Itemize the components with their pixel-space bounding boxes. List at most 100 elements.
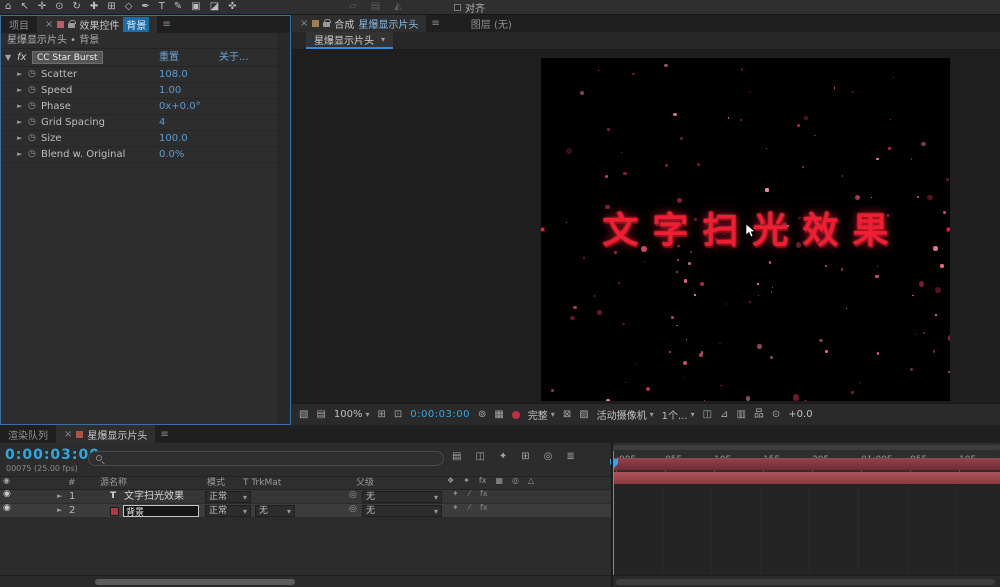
reset-exposure-icon[interactable]: ⊙ xyxy=(772,409,780,420)
property-row[interactable]: ► ◷ Scatter 108.0 xyxy=(1,67,290,83)
shape-tool[interactable]: ◇ xyxy=(125,2,133,12)
lock-icon[interactable] xyxy=(68,20,77,28)
property-row[interactable]: ► ◷ Blend w. Original 0.0% xyxy=(1,147,290,163)
timeline-search-box[interactable] xyxy=(88,451,444,466)
panel-menu-icon[interactable]: ≡ xyxy=(155,429,173,440)
stopwatch-icon[interactable]: ◷ xyxy=(28,150,36,159)
preview-monitor-icon[interactable]: ▧ xyxy=(299,409,308,420)
selection-handle-left[interactable] xyxy=(541,226,545,232)
eraser-tool[interactable]: ◪ xyxy=(210,2,219,12)
tab-timeline-comp[interactable]: × 星爆显示片头 xyxy=(56,425,156,443)
draft-3d-icon[interactable]: ◫ xyxy=(475,452,484,462)
preview-timecode[interactable]: 0:00:03:00 xyxy=(410,409,470,420)
grid-guides-icon[interactable]: ⊞ xyxy=(378,409,386,420)
dimmed-tool-icon-2[interactable]: ▤ xyxy=(371,2,380,12)
timeline-button-icon[interactable]: ▥ xyxy=(736,409,745,420)
tab-composition[interactable]: × 合成 星爆显示片头 xyxy=(292,15,427,32)
puppet-pin-tool[interactable]: ✜ xyxy=(228,2,236,12)
selection-handle-right[interactable] xyxy=(946,226,950,232)
tab-project[interactable]: 项目 xyxy=(1,16,37,33)
property-row[interactable]: ► ◷ Grid Spacing 4 xyxy=(1,115,290,131)
view-layout-select[interactable]: 1个... ▾ xyxy=(662,407,695,422)
collapse-column-icon[interactable]: ✦ xyxy=(463,477,470,485)
rotation-tool[interactable]: ↻ xyxy=(73,2,81,12)
property-value[interactable]: 0x+0.0° xyxy=(159,99,201,115)
parent-select[interactable]: 无 ▾ xyxy=(362,491,442,503)
effect-expander-icon[interactable]: ▼ xyxy=(5,49,11,67)
property-value[interactable]: 0.0% xyxy=(159,147,184,163)
current-time-display[interactable]: 0:00:03:00 xyxy=(5,447,100,463)
composition-viewport[interactable]: 文字扫光效果 xyxy=(541,58,950,401)
roi-icon[interactable]: ⊠ xyxy=(563,409,571,420)
graph-editor-icon[interactable]: ≣ xyxy=(566,452,574,462)
work-area-bar[interactable] xyxy=(613,445,1000,450)
parent-pickwhip-icon[interactable]: ◎ xyxy=(349,491,357,500)
pixel-aspect-icon[interactable]: ◫ xyxy=(703,409,712,420)
panel-h-scrollbar[interactable] xyxy=(95,579,295,585)
visibility-toggle[interactable]: ◉ xyxy=(3,490,11,499)
comp-minimap-icon[interactable]: ▤ xyxy=(452,452,461,462)
track-h-scrollbar[interactable] xyxy=(616,579,995,585)
pen-tool[interactable]: ✒ xyxy=(141,2,149,12)
shy-column-icon[interactable]: ❖ xyxy=(447,477,454,485)
parent-pickwhip-icon[interactable]: ◎ xyxy=(349,505,357,514)
about-link[interactable]: 关于... xyxy=(219,49,249,67)
search-input[interactable] xyxy=(107,453,437,464)
layer-expander-icon[interactable]: ► xyxy=(57,493,62,500)
resolution-select[interactable]: 完整 ▾ xyxy=(528,407,555,422)
property-row[interactable]: ► ◷ Size 100.0 xyxy=(1,131,290,147)
threed-column-icon[interactable]: △ xyxy=(528,477,534,485)
selection-tool[interactable]: ↖ xyxy=(20,2,28,12)
stopwatch-icon[interactable]: ◷ xyxy=(28,70,36,79)
expander-icon[interactable]: ► xyxy=(17,103,22,110)
panel-menu-icon[interactable]: ≡ xyxy=(157,19,175,30)
layer-rename-input[interactable] xyxy=(123,505,199,517)
reset-link[interactable]: 重置 xyxy=(159,49,179,67)
layer-name[interactable]: 文字扫光效果 xyxy=(124,490,184,503)
clone-stamp-tool[interactable]: ▣ xyxy=(191,2,200,12)
transparency-grid-icon[interactable]: ▨ xyxy=(579,409,588,420)
blend-mode-select[interactable]: 正常 ▾ xyxy=(205,505,251,517)
pan-behind-tool[interactable]: ⊞ xyxy=(107,2,115,12)
exposure-value[interactable]: +0.0 xyxy=(788,409,812,420)
mask-visibility-icon[interactable]: ⊡ xyxy=(394,409,402,420)
close-icon[interactable]: × xyxy=(64,429,72,440)
effect-name[interactable]: CC Star Burst xyxy=(32,51,103,64)
fast-previews-icon[interactable]: ⊿ xyxy=(720,409,728,420)
expander-icon[interactable]: ► xyxy=(17,71,22,78)
effect-panel-scrollbar[interactable] xyxy=(278,33,290,424)
show-snapshot-icon[interactable]: ▦ xyxy=(494,409,503,420)
column-index[interactable]: # xyxy=(68,477,76,490)
magnification-select[interactable]: 100% ▾ xyxy=(334,409,370,420)
expander-icon[interactable]: ► xyxy=(17,151,22,158)
column-mode[interactable]: 模式 xyxy=(207,477,225,490)
property-value[interactable]: 108.0 xyxy=(159,67,188,83)
layer-row-1[interactable]: ◉ ► 1 T 文字扫光效果 正常 ▾ ◎ 无 ▾ ✦ ⁄ fx xyxy=(0,490,611,504)
tab-effect-controls[interactable]: × 效果控件 背景 xyxy=(37,16,158,33)
expander-icon[interactable]: ► xyxy=(17,119,22,126)
stopwatch-icon[interactable]: ◷ xyxy=(28,86,36,95)
collapse-switch[interactable]: ✦ xyxy=(452,490,459,498)
camera-select[interactable]: 活动摄像机 ▾ xyxy=(597,407,654,422)
visibility-toggle[interactable]: ◉ xyxy=(3,504,11,513)
quality-switch[interactable]: ⁄ xyxy=(469,490,470,498)
motion-blur-column-icon[interactable]: ◎ xyxy=(512,477,519,485)
blend-mode-select[interactable]: 正常 ▾ xyxy=(205,491,251,503)
layer-duration-bar-2[interactable] xyxy=(613,472,1000,484)
stopwatch-icon[interactable]: ◷ xyxy=(28,118,36,127)
viewer-tab[interactable]: 星爆显示片头 ▾ xyxy=(306,32,394,49)
fx-column-icon[interactable]: fx xyxy=(479,477,487,485)
zoom-tool[interactable]: ⊙ xyxy=(55,2,63,12)
property-value[interactable]: 4 xyxy=(159,115,165,131)
column-source-name[interactable]: 源名称 xyxy=(100,477,127,490)
type-tool[interactable]: T xyxy=(159,2,165,12)
dimmed-tool-icon-1[interactable]: ▱ xyxy=(349,2,357,12)
dimmed-tool-icon-3[interactable]: ◭ xyxy=(394,2,402,12)
fx-switch[interactable]: fx xyxy=(480,490,488,498)
trkmat-select[interactable]: 无 ▾ xyxy=(255,505,295,517)
lock-icon[interactable] xyxy=(323,19,332,27)
camera-tool[interactable]: ✚ xyxy=(90,2,98,12)
close-icon[interactable]: × xyxy=(45,19,53,30)
align-checkbox[interactable] xyxy=(454,3,461,11)
column-trkmat[interactable]: T TrkMat xyxy=(243,477,281,490)
